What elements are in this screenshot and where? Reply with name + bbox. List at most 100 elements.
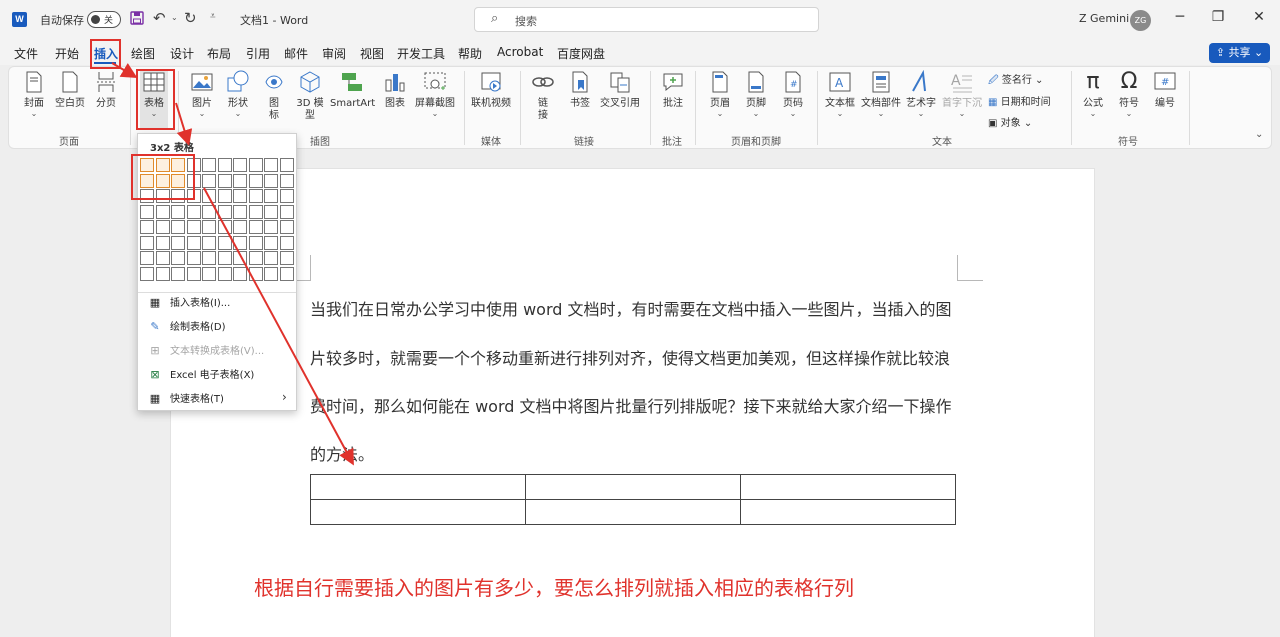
link-button[interactable]: 链 接 (531, 70, 555, 122)
grid-cell[interactable] (186, 158, 201, 172)
cross-reference-button[interactable]: 交叉引用 (599, 70, 641, 110)
grid-cell[interactable] (155, 158, 170, 172)
grid-cell[interactable] (233, 251, 247, 265)
symbol-button[interactable]: Ω 符号 ⌄ (1116, 70, 1142, 118)
grid-cell[interactable] (155, 266, 170, 281)
grid-cell[interactable] (202, 189, 216, 203)
grid-cell[interactable] (155, 220, 170, 234)
grid-cell[interactable] (140, 251, 154, 265)
grid-cell[interactable] (140, 189, 154, 203)
table-cell[interactable] (525, 474, 741, 500)
cover-button[interactable]: 封面 ⌄ (20, 70, 48, 118)
undo-dropdown-icon[interactable]: ⌄ (171, 13, 178, 22)
grid-cell[interactable] (279, 189, 294, 203)
numbering-button[interactable]: # 编号 (1152, 70, 1178, 110)
drop-cap-button[interactable]: A 首字下沉 ⌄ (941, 70, 983, 118)
text-box-button[interactable]: A 文本框 ⌄ (823, 70, 857, 118)
table-cell[interactable] (310, 499, 526, 525)
page-break-button[interactable]: 分页 (93, 70, 119, 110)
grid-cell[interactable] (155, 204, 170, 219)
header-button[interactable]: 页眉 ⌄ (706, 70, 734, 118)
user-name[interactable]: Z Gemini (1079, 12, 1129, 25)
grid-cell[interactable] (202, 204, 216, 219)
excel-spreadsheet-item[interactable]: ⊠ Excel 电子表格(X) (148, 366, 254, 384)
grid-cell[interactable] (217, 266, 232, 281)
paragraph-line[interactable]: 的方法。 (310, 441, 374, 465)
grid-cell[interactable] (140, 266, 154, 281)
signature-line-button[interactable]: 🖉 签名行 ⌄ (988, 71, 1043, 90)
paragraph-line[interactable]: 费时间，那么如何能在 word 文档中将图片批量行列排版呢？接下来就给大家介绍一… (310, 393, 952, 417)
grid-cell[interactable] (217, 173, 232, 188)
document-table[interactable] (310, 474, 956, 525)
grid-cell[interactable] (186, 266, 201, 281)
grid-cell[interactable] (248, 158, 263, 172)
equation-button[interactable]: π 公式 ⌄ (1080, 70, 1106, 118)
grid-cell[interactable] (186, 235, 201, 250)
collapse-ribbon-icon[interactable]: ⌄ (1255, 129, 1263, 140)
grid-cell[interactable] (279, 251, 294, 265)
minimize-icon[interactable]: ─ (1170, 9, 1190, 25)
grid-cell[interactable] (248, 173, 263, 188)
blank-page-button[interactable]: 空白页 (54, 70, 86, 110)
grid-cell[interactable] (217, 189, 232, 203)
table-cell[interactable] (740, 499, 956, 525)
grid-cell[interactable] (248, 204, 263, 219)
grid-cell[interactable] (248, 189, 263, 203)
icons-button[interactable]: 图 标 (262, 70, 286, 122)
grid-cell[interactable] (233, 158, 247, 172)
comment-button[interactable]: 批注 (660, 70, 686, 110)
online-video-button[interactable]: 联机视频 (470, 70, 512, 110)
redo-icon[interactable]: ↻ (184, 9, 197, 27)
autosave-toggle[interactable]: 关 (87, 11, 121, 28)
grid-cell[interactable] (202, 235, 216, 250)
grid-cell[interactable] (264, 158, 278, 172)
grid-cell[interactable] (202, 220, 216, 234)
grid-cell[interactable] (171, 251, 185, 265)
table-cell[interactable] (740, 474, 956, 500)
tab-references[interactable]: 引用 (246, 45, 270, 62)
quick-tables-item[interactable]: ▦ 快速表格(T) (148, 390, 224, 408)
grid-cell[interactable] (202, 158, 216, 172)
tab-insert[interactable]: 插入 (94, 45, 118, 62)
grid-cell[interactable] (140, 173, 154, 188)
tab-view[interactable]: 视图 (360, 45, 384, 62)
tab-home[interactable]: 开始 (55, 45, 79, 62)
grid-cell[interactable] (233, 204, 247, 219)
grid-cell[interactable] (233, 220, 247, 234)
grid-cell[interactable] (264, 173, 278, 188)
grid-cell[interactable] (171, 266, 185, 281)
table-cell[interactable] (310, 474, 526, 500)
tab-file[interactable]: 文件 (14, 45, 38, 62)
grid-cell[interactable] (217, 158, 232, 172)
grid-cell[interactable] (217, 204, 232, 219)
grid-cell[interactable] (279, 158, 294, 172)
grid-cell[interactable] (248, 251, 263, 265)
grid-cell[interactable] (233, 189, 247, 203)
table-button[interactable]: 表格 ⌄ (140, 70, 168, 130)
smartart-button[interactable]: SmartArt (330, 70, 375, 110)
grid-cell[interactable] (264, 204, 278, 219)
restore-icon[interactable]: ❐ (1208, 9, 1228, 25)
grid-cell[interactable] (186, 173, 201, 188)
grid-cell[interactable] (186, 189, 201, 203)
grid-cell[interactable] (171, 158, 185, 172)
grid-cell[interactable] (217, 220, 232, 234)
grid-cell[interactable] (264, 220, 278, 234)
grid-cell[interactable] (140, 235, 154, 250)
insert-table-item[interactable]: ▦ 插入表格(I)... (148, 294, 231, 312)
shapes-button[interactable]: 形状 ⌄ (224, 70, 252, 118)
grid-cell[interactable] (186, 220, 201, 234)
share-button[interactable]: ⇪ 共享 ⌄ (1209, 43, 1270, 63)
grid-cell[interactable] (264, 266, 278, 281)
tab-draw[interactable]: 绘图 (131, 45, 155, 62)
grid-cell[interactable] (171, 220, 185, 234)
undo-icon[interactable]: ↶ (153, 9, 166, 27)
tab-mailings[interactable]: 邮件 (284, 45, 308, 62)
draw-table-item[interactable]: ✎ 绘制表格(D) (148, 318, 225, 336)
grid-cell[interactable] (279, 235, 294, 250)
grid-cell[interactable] (186, 204, 201, 219)
grid-cell[interactable] (155, 235, 170, 250)
table-cell[interactable] (525, 499, 741, 525)
close-icon[interactable]: ✕ (1249, 9, 1269, 25)
wordart-button[interactable]: 艺术字 ⌄ (904, 69, 938, 118)
